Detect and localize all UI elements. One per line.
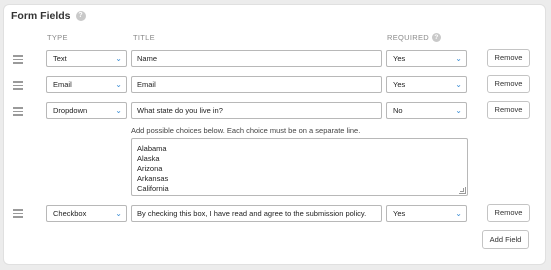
column-header-required: REQUIRED?: [387, 33, 441, 42]
remove-field-button[interactable]: Remove: [487, 101, 530, 119]
field-required-select[interactable]: Yes ⌄: [386, 76, 467, 93]
remove-field-button[interactable]: Remove: [487, 49, 530, 67]
chevron-down-icon: ⌄: [115, 80, 122, 89]
choices-instruction: Add possible choices below. Each choice …: [131, 126, 361, 135]
field-required-select[interactable]: Yes ⌄: [386, 50, 467, 67]
chevron-down-icon: ⌄: [455, 209, 462, 218]
section-title: Form Fields: [11, 10, 71, 22]
drag-handle-icon[interactable]: [13, 209, 23, 220]
remove-field-button[interactable]: Remove: [487, 204, 530, 222]
chevron-down-icon: ⌄: [455, 54, 462, 63]
choice-line: Alaska: [137, 154, 160, 163]
field-title-input[interactable]: By checking this box, I have read and ag…: [131, 205, 382, 222]
field-type-select[interactable]: Email ⌄: [46, 76, 127, 93]
drag-handle-icon[interactable]: [13, 81, 23, 92]
field-title-input[interactable]: Email: [131, 76, 382, 93]
question-circle-icon[interactable]: ?: [75, 11, 86, 21]
drag-handle-icon[interactable]: [13, 107, 23, 118]
choices-textarea[interactable]: Alabama Alaska Arizona Arkansas Californ…: [131, 138, 468, 196]
drag-handle-icon[interactable]: [13, 55, 23, 66]
field-title-input[interactable]: Name: [131, 50, 382, 67]
choice-line: Arizona: [137, 164, 163, 173]
chevron-down-icon: ⌄: [115, 209, 122, 218]
field-title-input[interactable]: What state do you live in?: [131, 102, 382, 119]
section-header: Form Fields ?: [11, 10, 86, 22]
field-type-select[interactable]: Text ⌄: [46, 50, 127, 67]
choice-line: Alabama: [137, 144, 167, 153]
question-circle-icon[interactable]: ?: [432, 33, 441, 42]
remove-field-button[interactable]: Remove: [487, 75, 530, 93]
choice-line: California: [137, 184, 169, 193]
resize-grip-icon[interactable]: [459, 187, 466, 194]
field-required-select[interactable]: Yes ⌄: [386, 205, 467, 222]
field-type-select[interactable]: Checkbox ⌄: [46, 205, 127, 222]
field-type-select[interactable]: Dropdown ⌄: [46, 102, 127, 119]
choice-line: Arkansas: [137, 174, 169, 183]
field-required-select[interactable]: No ⌄: [386, 102, 467, 119]
chevron-down-icon: ⌄: [455, 106, 462, 115]
column-header-title: TITLE: [133, 33, 155, 42]
add-field-button[interactable]: Add Field: [482, 230, 529, 249]
column-header-type: TYPE: [47, 33, 68, 42]
chevron-down-icon: ⌄: [455, 80, 462, 89]
chevron-down-icon: ⌄: [115, 54, 122, 63]
chevron-down-icon: ⌄: [115, 106, 122, 115]
